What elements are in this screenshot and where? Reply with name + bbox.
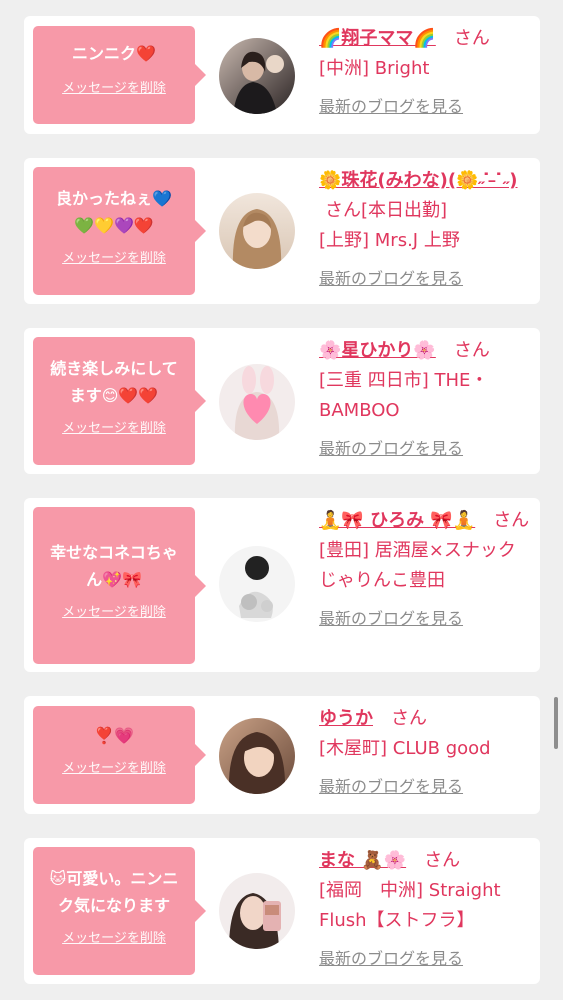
message-card: 🐱可愛い。ニンニ ク気になります メッセージを削除 まな 🧸🌸 さん [福岡 中洲… [24,838,540,984]
latest-blog-link[interactable]: 最新のブログを見る [319,92,463,122]
shop-name: [上野] Mrs.J 上野 [319,230,460,251]
delete-message-link[interactable]: メッセージを削除 [62,927,166,946]
avatar[interactable] [219,546,295,622]
sender-name[interactable]: 🧘🎀 ひろみ 🎀🧘 [319,510,475,531]
delete-message-link[interactable]: メッセージを削除 [62,757,166,776]
sender-name[interactable]: 🌈翔子ママ🌈 [319,28,436,49]
honorific: さん [424,850,461,871]
message-text: ニンニク❤️ [72,44,156,63]
sender-info: ゆうか さん [木屋町] CLUB good 最新のブログを見る [319,704,531,802]
message-card: 続き楽しみにして ます😊❤️❤️ メッセージを削除 🌸星ひかり🌸 さん [三重 四… [24,328,540,474]
honorific: さん[本日出勤] [325,200,448,221]
delete-message-link[interactable]: メッセージを削除 [62,247,166,266]
message-bubble: ニンニク❤️ メッセージを削除 [33,26,206,124]
delete-message-link[interactable]: メッセージを削除 [62,77,166,96]
honorific: さん [493,510,530,531]
latest-blog-link[interactable]: 最新のブログを見る [319,434,463,464]
avatar[interactable] [219,718,295,794]
scrollbar[interactable] [554,697,558,749]
honorific: さん [453,340,490,361]
sender-name[interactable]: まな 🧸🌸 [319,850,406,871]
message-text: 幸せなコネコちゃ ん💖🎀 [50,543,178,589]
shop-name: [木屋町] CLUB good [319,738,491,759]
message-text: 🐱可愛い。ニンニ ク気になります [49,869,179,915]
message-bubble: 🐱可愛い。ニンニ ク気になります メッセージを削除 [33,847,206,975]
avatar[interactable] [219,364,295,440]
latest-blog-link[interactable]: 最新のブログを見る [319,772,463,802]
shop-name: [中洲] Bright [319,58,430,79]
shop-name: [豊田] 居酒屋×スナックじゃりんこ豊田 [319,540,516,591]
sender-name[interactable]: 🌼珠花(みわな)(🌼˶ ̇ ̵ ̇˶) [319,170,518,191]
avatar[interactable] [219,193,295,269]
message-card: 良かったねぇ💙 💚💛💜❤️ メッセージを削除 🌼珠花(みわな)(🌼˶ ̇ ̵ ̇… [24,158,540,304]
avatar[interactable] [219,38,295,114]
delete-message-link[interactable]: メッセージを削除 [62,417,166,436]
sender-info: 🌈翔子ママ🌈 さん [中洲] Bright 最新のブログを見る [319,24,531,122]
delete-message-link[interactable]: メッセージを削除 [62,601,166,620]
sender-info: 🧘🎀 ひろみ 🎀🧘 さん [豊田] 居酒屋×スナックじゃりんこ豊田 最新のブログを… [319,506,531,634]
message-bubble: 続き楽しみにして ます😊❤️❤️ メッセージを削除 [33,337,206,465]
message-text: ❣️💗 [94,726,134,745]
shop-name: [三重 四日市] THE・BAMBOO [319,370,489,421]
honorific: さん [453,28,490,49]
message-bubble: ❣️💗 メッセージを削除 [33,706,206,804]
message-card: ニンニク❤️ メッセージを削除 🌈翔子ママ🌈 さん [中洲] Bright 最新の… [24,16,540,134]
message-card: ❣️💗 メッセージを削除 ゆうか さん [木屋町] CLUB good 最新のブロ… [24,696,540,814]
latest-blog-link[interactable]: 最新のブログを見る [319,604,463,634]
message-bubble: 幸せなコネコちゃ ん💖🎀 メッセージを削除 [33,507,206,664]
honorific: さん [391,708,427,729]
message-feed: ニンニク❤️ メッセージを削除 🌈翔子ママ🌈 さん [中洲] Bright 最新の… [0,0,563,1000]
sender-info: まな 🧸🌸 さん [福岡 中洲] Straight Flush【ストフラ】 最新の… [319,846,531,974]
latest-blog-link[interactable]: 最新のブログを見る [319,944,463,974]
message-bubble: 良かったねぇ💙 💚💛💜❤️ メッセージを削除 [33,167,206,295]
sender-name[interactable]: ゆうか [319,708,373,729]
sender-info: 🌼珠花(みわな)(🌼˶ ̇ ̵ ̇˶) さん[本日出勤] [上野] Mrs.J … [319,166,531,294]
message-text: 良かったねぇ💙 💚💛💜❤️ [56,189,172,235]
message-text: 続き楽しみにして ます😊❤️❤️ [50,359,178,405]
avatar[interactable] [219,873,295,949]
message-card: 幸せなコネコちゃ ん💖🎀 メッセージを削除 🧘🎀 ひろみ 🎀🧘 さん [豊田] 居… [24,498,540,672]
sender-info: 🌸星ひかり🌸 さん [三重 四日市] THE・BAMBOO 最新のブログを見る [319,336,531,464]
shop-name: [福岡 中洲] Straight Flush【ストフラ】 [319,880,501,931]
sender-name[interactable]: 🌸星ひかり🌸 [319,340,436,361]
latest-blog-link[interactable]: 最新のブログを見る [319,264,463,294]
